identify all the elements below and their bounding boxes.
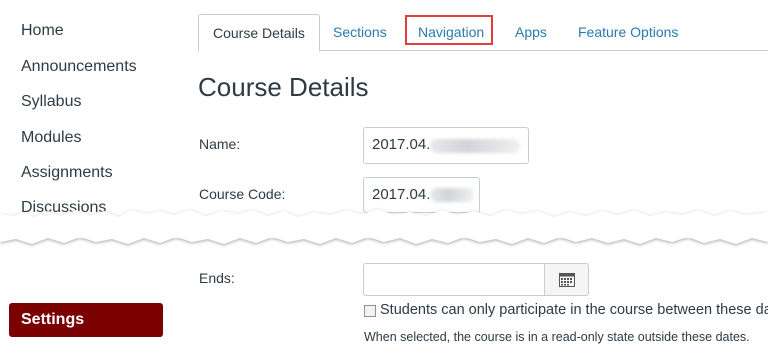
nav-item-home[interactable]: Home [21,22,64,40]
tab-course-details[interactable]: Course Details [198,14,320,52]
nav-item-assignments[interactable]: Assignments [21,164,113,182]
ends-label: Ends: [199,270,235,286]
tab-sections[interactable]: Sections [333,14,387,50]
ends-calendar-button[interactable] [544,263,589,296]
ends-date-field[interactable] [363,263,545,296]
tab-feature-options[interactable]: Feature Options [578,14,678,50]
torn-edge-divider [0,209,768,244]
restrict-dates-hint: When selected, the course is in a read-o… [364,330,750,344]
restrict-dates-label[interactable]: Students can only participate in the cou… [380,302,768,318]
course-navigation: Home Announcements Syllabus Modules Assi… [0,0,180,352]
navigation-tab-highlight [405,15,493,45]
page-title: Course Details [198,72,369,102]
nav-item-syllabus[interactable]: Syllabus [21,93,81,111]
calendar-icon [559,273,575,287]
nav-item-modules[interactable]: Modules [21,129,81,147]
name-value: 2017.04. [372,136,431,153]
tab-apps[interactable]: Apps [515,14,547,50]
redacted-name [430,139,520,153]
nav-item-announcements[interactable]: Announcements [21,58,137,76]
restrict-dates-checkbox[interactable] [364,305,376,317]
name-label: Name: [199,136,241,152]
nav-item-settings-label: Settings [21,311,85,328]
nav-item-settings[interactable]: Settings [9,303,163,337]
